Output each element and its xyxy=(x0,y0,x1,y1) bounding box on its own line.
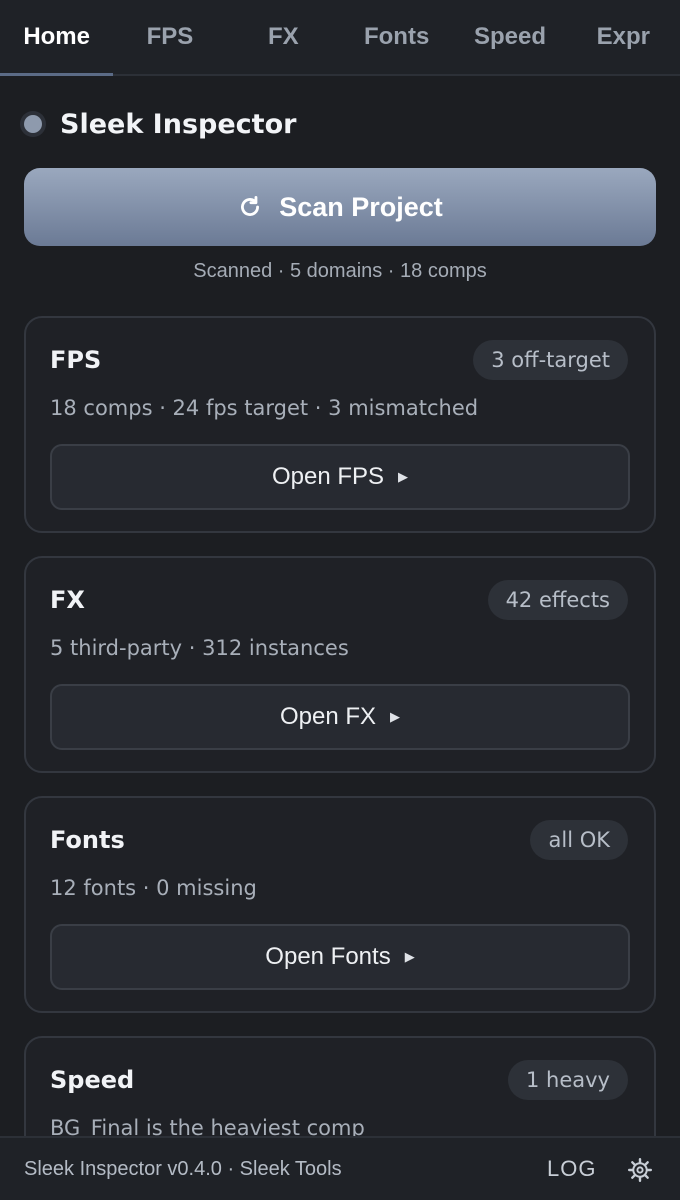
app-root: Home FPS FX Fonts Speed Expr Sleek Inspe… xyxy=(0,0,680,1200)
scan-project-button[interactable]: Scan Project xyxy=(24,168,656,246)
tab-bar: Home FPS FX Fonts Speed Expr xyxy=(0,0,680,76)
scan-project-label: Scan Project xyxy=(279,191,443,222)
tab-fx[interactable]: FX xyxy=(227,0,340,74)
card-description: 5 third-party · 312 instances xyxy=(50,636,349,660)
play-arrow-icon: ▶ xyxy=(404,949,415,964)
card-fonts: Fonts all OK 12 fonts · 0 missing Open F… xyxy=(24,796,656,1013)
panel-header: Sleek Inspector xyxy=(24,104,296,144)
card-fx: FX 42 effects 5 third-party · 312 instan… xyxy=(24,556,656,773)
card-title: FPS xyxy=(50,346,102,374)
card-description: 12 fonts · 0 missing xyxy=(50,876,257,900)
tab-expr[interactable]: Expr xyxy=(567,0,680,74)
status-dot-icon xyxy=(24,115,42,133)
card-title: Speed xyxy=(50,1066,135,1094)
card-description: 18 comps · 24 fps target · 3 mismatched xyxy=(50,396,479,420)
footer-bar: Sleek Inspector v0.4.0 · Sleek Tools LOG xyxy=(0,1136,680,1200)
open-fps-label: Open FPS xyxy=(271,463,385,490)
play-arrow-icon: ▶ xyxy=(398,469,409,484)
tab-fonts[interactable]: Fonts xyxy=(340,0,453,74)
status-badge: 42 effects xyxy=(487,580,628,620)
open-fx-button[interactable]: Open FX ▶ xyxy=(50,684,630,750)
gear-icon[interactable] xyxy=(627,1157,653,1183)
open-fx-label: Open FX xyxy=(279,703,377,730)
card-title: Fonts xyxy=(50,826,125,854)
scan-status: Scanned · 5 domains · 18 comps xyxy=(193,260,487,282)
tab-speed[interactable]: Speed xyxy=(453,0,566,74)
play-arrow-icon: ▶ xyxy=(390,709,401,724)
refresh-icon xyxy=(241,196,260,216)
tab-home[interactable]: Home xyxy=(0,0,114,76)
status-badge: all OK xyxy=(530,820,628,860)
open-fonts-button[interactable]: Open Fonts ▶ xyxy=(50,924,630,990)
card-title: FX xyxy=(50,586,85,614)
status-badge: 1 heavy xyxy=(508,1060,628,1100)
status-badge: 3 off-target xyxy=(473,340,628,380)
open-fonts-label: Open Fonts xyxy=(265,943,391,970)
tab-fps[interactable]: FPS xyxy=(113,0,226,74)
open-fps-button[interactable]: Open FPS ▶ xyxy=(50,444,630,510)
card-fps: FPS 3 off-target 18 comps · 24 fps targe… xyxy=(24,316,656,533)
version-text: Sleek Inspector v0.4.0 · Sleek Tools xyxy=(24,1157,342,1180)
app-title: Sleek Inspector xyxy=(60,108,297,140)
log-button[interactable]: LOG xyxy=(547,1156,596,1182)
